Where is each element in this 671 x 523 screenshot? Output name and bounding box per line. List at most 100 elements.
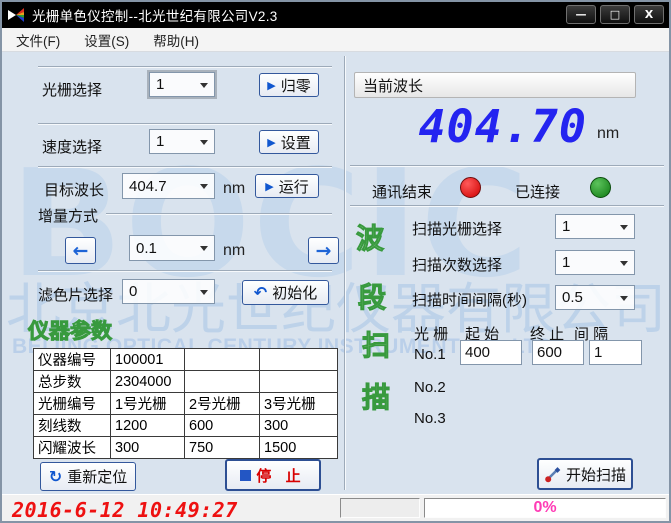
refresh-icon: ↻ — [49, 467, 62, 486]
run-button[interactable]: ▶ 运行 — [255, 174, 319, 198]
scan-row3-label: No.3 — [414, 410, 446, 427]
chevron-down-icon[interactable] — [200, 140, 208, 145]
param-cell: 光栅编号 — [34, 393, 111, 415]
grating-select-label: 光栅选择 — [42, 79, 102, 100]
comm-status-label: 通讯结束 — [372, 181, 432, 202]
connection-status-led-green — [590, 177, 611, 198]
filter-select-label: 滤色片选择 — [38, 284, 113, 305]
target-wavelength-value: 404.7 — [129, 178, 167, 195]
target-wavelength-combo[interactable]: 404.7 — [122, 173, 215, 199]
param-cell: 仪器编号 — [34, 349, 111, 371]
statusbar-panel — [340, 498, 420, 518]
close-button[interactable]: X — [634, 5, 664, 24]
speed-select-combo[interactable]: 1 — [149, 129, 215, 154]
decrement-button[interactable]: ← — [65, 237, 96, 264]
app-icon — [8, 7, 25, 23]
current-wavelength-display: 404.70 — [402, 100, 587, 153]
arrow-left-icon: ← — [73, 240, 89, 262]
comm-status-led-red — [460, 177, 481, 198]
progress-bar: 0% — [424, 498, 666, 518]
param-cell: 2304000 — [111, 371, 185, 393]
speed-select-value: 1 — [156, 133, 164, 150]
initialize-button[interactable]: ↶ 初始化 — [242, 280, 329, 305]
set-button[interactable]: ▶ 设置 — [259, 130, 319, 154]
scan-times-label: 扫描次数选择 — [412, 254, 502, 275]
zero-button[interactable]: ▶ 归零 — [259, 73, 319, 97]
filter-select-combo[interactable]: 0 — [122, 279, 215, 304]
menu-bar: 文件(F) 设置(S) 帮助(H) — [2, 28, 669, 52]
menu-settings[interactable]: 设置(S) — [74, 27, 139, 53]
separator — [350, 165, 664, 167]
increment-button[interactable]: → — [308, 237, 339, 264]
scan-vertical-char-3: 扫 — [362, 324, 390, 364]
play-icon: ▶ — [267, 136, 275, 149]
chevron-down-icon[interactable] — [200, 184, 208, 189]
menu-help[interactable]: 帮助(H) — [143, 27, 209, 53]
increment-group-label: 增量方式 — [38, 205, 98, 226]
play-icon: ▶ — [265, 180, 273, 193]
target-wavelength-unit: nm — [223, 180, 245, 198]
instrument-params-table: 仪器编号 100001 总步数 2304000 光栅编号 1号光栅 2号光栅 3… — [33, 348, 338, 459]
chevron-down-icon[interactable] — [200, 290, 208, 295]
param-cell: 1200 — [111, 415, 185, 437]
stop-button[interactable]: 停 止 — [225, 459, 321, 491]
separator — [38, 270, 332, 272]
param-cell: 1500 — [260, 437, 338, 459]
increment-unit: nm — [223, 242, 245, 260]
grating-select-combo[interactable]: 1 — [149, 72, 215, 97]
title-bar: 光栅单色仪控制--北光世纪有限公司V2.3 — □ X — [2, 2, 669, 28]
scan-times-combo[interactable]: 1 — [555, 250, 635, 275]
param-cell: 300 — [260, 415, 338, 437]
pen-icon — [544, 466, 561, 483]
scan-row1-end-input[interactable] — [532, 340, 584, 365]
chevron-down-icon[interactable] — [200, 83, 208, 88]
stop-square-icon — [240, 470, 251, 481]
app-window: 光栅单色仪控制--北光世纪有限公司V2.3 — □ X 文件(F) 设置(S) … — [0, 0, 671, 523]
start-scan-button-label: 开始扫描 — [566, 464, 626, 485]
table-row: 闪耀波长 300 750 1500 — [34, 437, 338, 459]
separator — [350, 205, 664, 207]
reposition-button[interactable]: ↻ 重新定位 — [40, 462, 136, 491]
scan-grating-combo[interactable]: 1 — [555, 214, 635, 239]
current-wavelength-unit: nm — [597, 125, 619, 143]
scan-row1-start-input[interactable] — [460, 340, 522, 365]
datetime-display: 2016-6-12 10:49:27 — [12, 498, 238, 522]
instrument-params-title: 仪器参数 — [28, 315, 112, 345]
stop-button-label: 停 止 — [256, 465, 305, 486]
scan-interval-label: 扫描时间间隔(秒) — [412, 289, 527, 310]
initialize-button-label: 初始化 — [272, 282, 317, 303]
scan-interval-value: 0.5 — [562, 289, 583, 306]
scan-row2-label: No.2 — [414, 379, 446, 396]
panel-divider — [344, 56, 346, 490]
scan-grating-value: 1 — [562, 218, 570, 235]
separator — [38, 66, 332, 68]
set-button-label: 设置 — [281, 132, 311, 153]
scan-row1-interval-input[interactable] — [589, 340, 642, 365]
param-cell — [260, 371, 338, 393]
menu-file[interactable]: 文件(F) — [6, 27, 70, 53]
grating-select-value: 1 — [156, 76, 164, 93]
chevron-down-icon[interactable] — [620, 225, 628, 230]
minimize-button[interactable]: — — [566, 5, 596, 24]
connection-status-label: 已连接 — [515, 181, 560, 202]
current-wavelength-label: 当前波长 — [363, 75, 423, 96]
progress-value: 0% — [533, 499, 556, 517]
speed-select-label: 速度选择 — [42, 136, 102, 157]
param-cell: 刻线数 — [34, 415, 111, 437]
chevron-down-icon[interactable] — [620, 261, 628, 266]
param-cell: 1号光栅 — [111, 393, 185, 415]
start-scan-button[interactable]: 开始扫描 — [537, 458, 633, 490]
increment-combo[interactable]: 0.1 — [129, 235, 215, 261]
param-cell: 闪耀波长 — [34, 437, 111, 459]
window-title: 光栅单色仪控制--北光世纪有限公司V2.3 — [32, 5, 278, 25]
target-wavelength-label: 目标波长 — [44, 179, 104, 200]
filter-select-value: 0 — [129, 283, 137, 300]
maximize-button[interactable]: □ — [600, 5, 630, 24]
scan-interval-combo[interactable]: 0.5 — [555, 285, 635, 310]
chevron-down-icon[interactable] — [200, 246, 208, 251]
current-wavelength-header: 当前波长 — [354, 72, 636, 98]
increment-value: 0.1 — [136, 240, 157, 257]
chevron-down-icon[interactable] — [620, 296, 628, 301]
param-cell: 2号光栅 — [185, 393, 260, 415]
param-cell: 750 — [185, 437, 260, 459]
